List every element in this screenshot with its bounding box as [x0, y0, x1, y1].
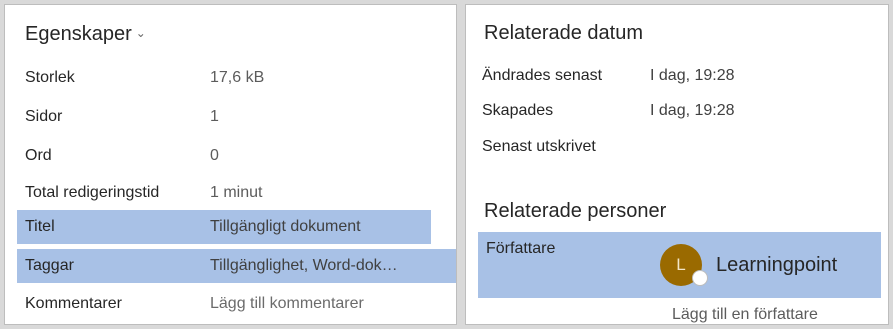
- author-row[interactable]: Författare L Learningpoint: [478, 232, 881, 298]
- property-label: Taggar: [25, 257, 74, 274]
- presence-status-icon: [692, 270, 708, 286]
- property-label: Storlek: [25, 69, 75, 86]
- property-row-size: Storlek 17,6 kB: [17, 61, 456, 95]
- related-people-heading: Relaterade personer: [484, 200, 667, 222]
- tags-field[interactable]: Tillgänglighet, Word-dok…: [210, 257, 398, 275]
- date-value: I dag, 19:28: [650, 67, 735, 84]
- author-label: Författare: [486, 240, 556, 257]
- date-value: I dag, 19:28: [650, 102, 735, 119]
- related-dates-heading: Relaterade datum: [484, 22, 643, 44]
- chevron-down-icon: ⌄: [135, 26, 146, 40]
- related-panel: Relaterade datum Ändrades senast I dag, …: [465, 4, 889, 325]
- title-field[interactable]: Tillgängligt dokument: [210, 218, 361, 236]
- property-label: Titel: [25, 218, 55, 235]
- properties-heading[interactable]: Egenskaper ⌄: [25, 23, 146, 46]
- date-label: Senast utskrivet: [482, 138, 596, 155]
- property-row-words: Ord 0: [17, 139, 456, 173]
- property-label: Kommentarer: [25, 295, 122, 312]
- add-author-link[interactable]: Lägg till en författare: [672, 306, 818, 324]
- date-label: Skapades: [482, 102, 554, 119]
- properties-heading-label: Egenskaper: [25, 23, 132, 45]
- property-value: 1: [210, 108, 219, 125]
- date-label: Ändrades senast: [482, 67, 603, 84]
- property-row-tags[interactable]: Taggar Tillgänglighet, Word-dok…: [17, 249, 456, 283]
- property-label: Sidor: [25, 108, 63, 125]
- comments-field[interactable]: Lägg till kommentarer: [210, 295, 364, 313]
- property-row-title[interactable]: Titel Tillgängligt dokument: [17, 210, 431, 244]
- property-value: 17,6 kB: [210, 69, 265, 86]
- property-label: Total redigeringstid: [25, 184, 160, 201]
- property-label: Ord: [25, 147, 52, 164]
- property-row-pages: Sidor 1: [17, 100, 456, 134]
- property-value: 1 minut: [210, 184, 263, 201]
- author-name[interactable]: Learningpoint: [716, 254, 837, 277]
- property-row-editing-time: Total redigeringstid 1 minut: [17, 176, 456, 210]
- property-row-comments[interactable]: Kommentarer Lägg till kommentarer: [17, 287, 456, 321]
- property-value: 0: [210, 147, 219, 164]
- properties-panel: Egenskaper ⌄ Storlek 17,6 kB Sidor 1 Ord …: [4, 4, 457, 325]
